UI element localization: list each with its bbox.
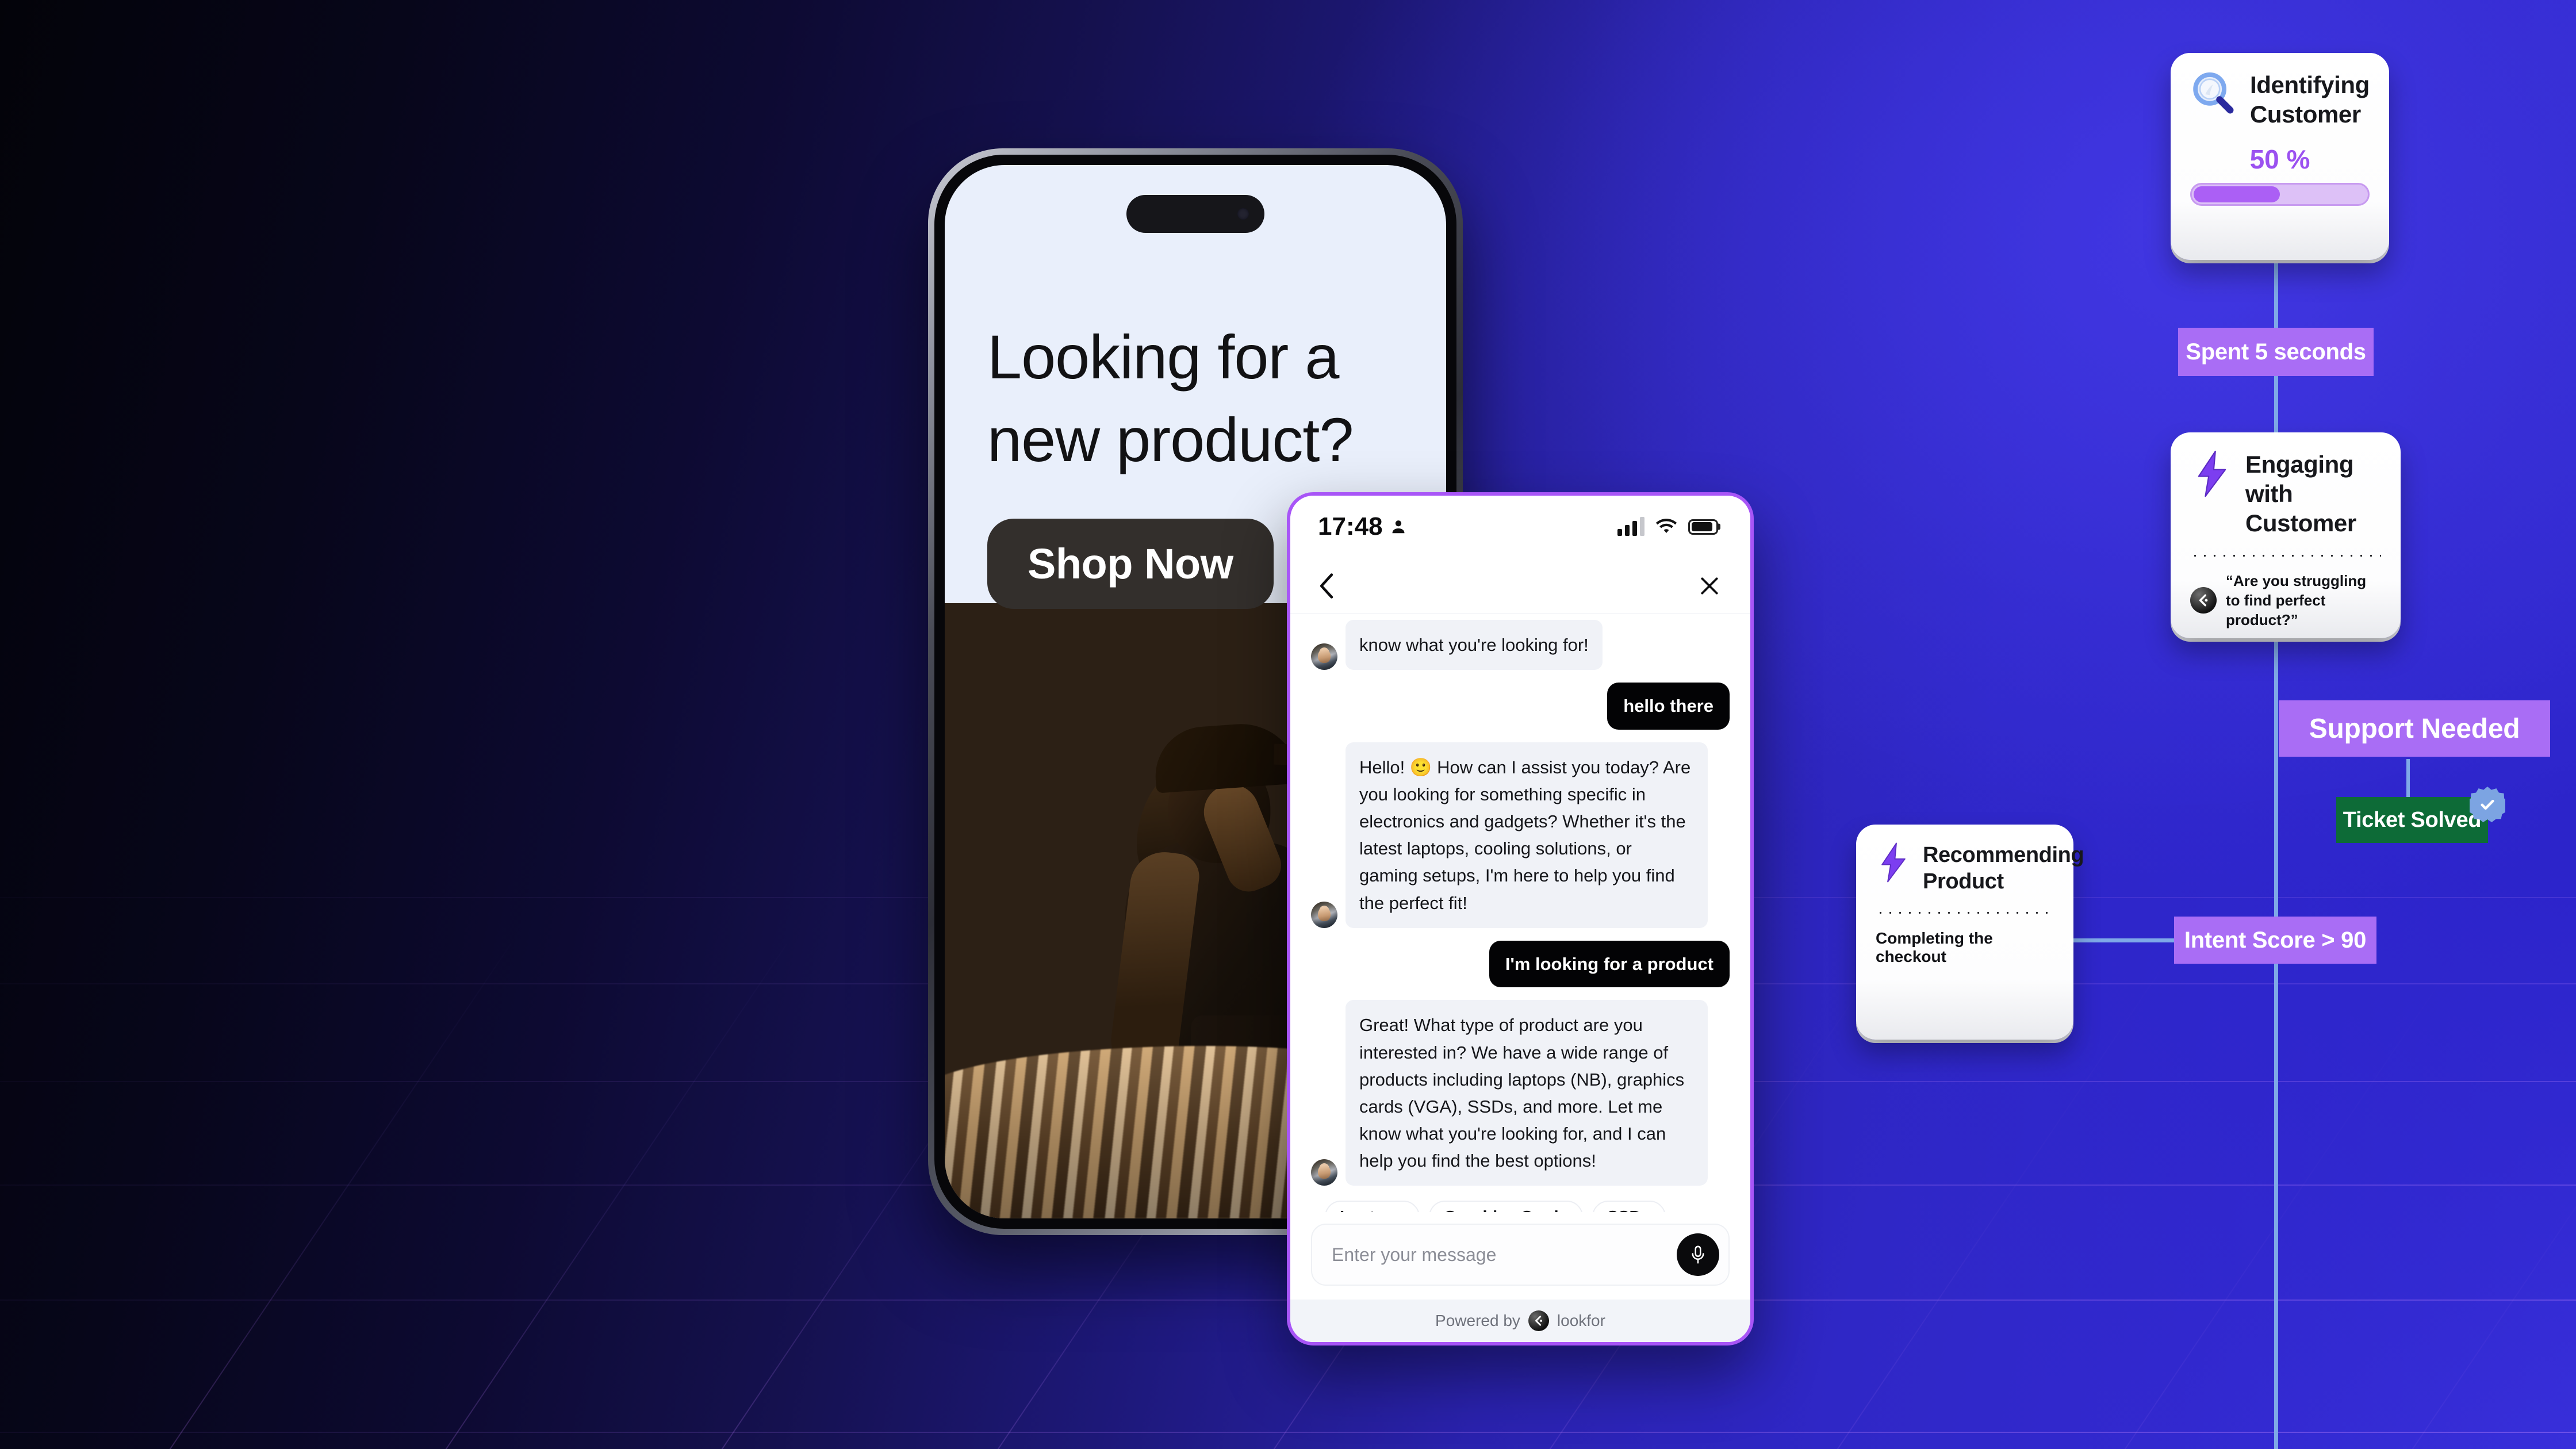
divider bbox=[2190, 554, 2381, 557]
lightning-bolt-icon bbox=[2190, 450, 2234, 501]
chat-message-bot: Great! What type of product are you inte… bbox=[1311, 1000, 1730, 1186]
chat-message-bot: Hello! 🙂 How can I assist you today? Are… bbox=[1311, 742, 1730, 928]
battery-icon bbox=[1688, 519, 1718, 535]
close-icon bbox=[1701, 577, 1718, 595]
avatar bbox=[1311, 643, 1337, 670]
brand-label: lookfor bbox=[1557, 1312, 1605, 1329]
quick-reply-graphics-cards[interactable]: Graphics Cards bbox=[1428, 1201, 1583, 1212]
shop-now-button[interactable]: Shop Now bbox=[987, 519, 1274, 609]
message-bubble: hello there bbox=[1607, 683, 1730, 730]
flow-badge-support-needed[interactable]: Support Needed bbox=[2279, 700, 2550, 757]
status-bar-right bbox=[1617, 517, 1718, 536]
message-bubble: Hello! 🙂 How can I assist you today? Are… bbox=[1346, 742, 1708, 928]
powered-by-label: Powered by bbox=[1435, 1312, 1520, 1329]
dynamic-island bbox=[1126, 195, 1264, 233]
flow-card-engaging-with-customer[interactable]: Engaging with Customer “Are you struggli… bbox=[2171, 432, 2401, 638]
message-bubble: I'm looking for a product bbox=[1489, 940, 1730, 988]
quick-reply-ssds[interactable]: SSDs bbox=[1592, 1201, 1666, 1212]
message-bubble: know what you're looking for! bbox=[1346, 620, 1603, 670]
status-bar-left: 17:48 bbox=[1318, 512, 1407, 541]
front-camera-icon bbox=[1237, 208, 1249, 220]
lookfor-logo-icon bbox=[1528, 1310, 1549, 1331]
flow-card-title: Engaging with Customer bbox=[2245, 451, 2356, 537]
chat-footer: Powered by lookfor bbox=[1290, 1300, 1750, 1342]
quote-text: “Are you struggling to find perfect prod… bbox=[2226, 572, 2367, 629]
quick-reply-list: Laptops Graphics Cards SSDs Air Coolers … bbox=[1311, 1198, 1730, 1212]
cellular-signal-icon bbox=[1617, 517, 1644, 536]
progress-percent-label: 50 % bbox=[2249, 144, 2310, 175]
flow-card-quote: “Are you struggling to find perfect prod… bbox=[2190, 571, 2381, 630]
flow-card-identifying-customer[interactable]: Identifying Customer 50 % bbox=[2171, 53, 2389, 260]
flow-card-header: Recommending Product bbox=[1876, 842, 2084, 895]
person-icon bbox=[1392, 520, 1405, 534]
connector-badge1-to-card2 bbox=[2274, 376, 2278, 434]
progress-bar bbox=[2190, 183, 2370, 206]
magnifying-glass-icon bbox=[2190, 70, 2238, 121]
avatar bbox=[1311, 901, 1337, 928]
message-bubble: Great! What type of product are you inte… bbox=[1346, 1000, 1708, 1186]
lightning-bolt-icon bbox=[1876, 842, 1911, 886]
flow-badge-spent-5-seconds[interactable]: Spent 5 seconds bbox=[2178, 328, 2374, 376]
connector-card2-to-badge2 bbox=[2274, 638, 2278, 1449]
headline-line-1: Looking for a bbox=[987, 322, 1339, 392]
flow-card-header: Identifying Customer bbox=[2190, 70, 2370, 129]
microphone-icon bbox=[1692, 1245, 1704, 1264]
quick-reply-laptops[interactable]: Laptops bbox=[1325, 1201, 1420, 1212]
chat-message-bot: know what you're looking for! bbox=[1311, 620, 1730, 670]
status-time: 17:48 bbox=[1318, 512, 1383, 540]
back-button[interactable] bbox=[1313, 569, 1340, 603]
verified-check-icon bbox=[2470, 787, 2505, 822]
message-input[interactable] bbox=[1332, 1244, 1665, 1266]
headline-line-2: new product? bbox=[987, 404, 1354, 474]
flow-badge-ticket-solved[interactable]: Ticket Solved bbox=[2336, 797, 2488, 843]
flow-card-header: Engaging with Customer bbox=[2190, 450, 2381, 538]
chat-message-user: hello there bbox=[1311, 683, 1730, 730]
flow-card-title: Recommending Product bbox=[1923, 843, 2084, 894]
chat-widget: 17:48 know what you're looking for! hell… bbox=[1287, 492, 1754, 1346]
flow-card-title: Identifying Customer bbox=[2250, 71, 2370, 128]
status-bar: 17:48 bbox=[1290, 496, 1750, 558]
chat-composer bbox=[1290, 1212, 1750, 1300]
wifi-icon bbox=[1655, 519, 1677, 533]
hero-stage: Looking for a new product? Shop Now 17:4… bbox=[0, 0, 2576, 1449]
flow-badge-intent-score[interactable]: Intent Score > 90 bbox=[2174, 917, 2376, 964]
flow-card-recommending-product[interactable]: Recommending Product Completing the chec… bbox=[1856, 825, 2084, 1040]
connector-card1-to-badge1 bbox=[2274, 258, 2278, 332]
microphone-button[interactable] bbox=[1677, 1233, 1719, 1276]
lookfor-logo-icon bbox=[2190, 587, 2217, 614]
divider bbox=[1876, 911, 2054, 914]
chevron-left-icon bbox=[1320, 573, 1333, 599]
close-button[interactable] bbox=[1695, 572, 1724, 600]
flow-card-note: Completing the checkout bbox=[1876, 929, 1993, 965]
page-title: Looking for a new product? bbox=[987, 316, 1423, 481]
chat-input-container[interactable] bbox=[1311, 1224, 1730, 1286]
avatar bbox=[1311, 1159, 1337, 1186]
chat-header bbox=[1290, 558, 1750, 614]
chat-message-list[interactable]: know what you're looking for! hello ther… bbox=[1290, 614, 1750, 1212]
chat-message-user: I'm looking for a product bbox=[1311, 940, 1730, 988]
